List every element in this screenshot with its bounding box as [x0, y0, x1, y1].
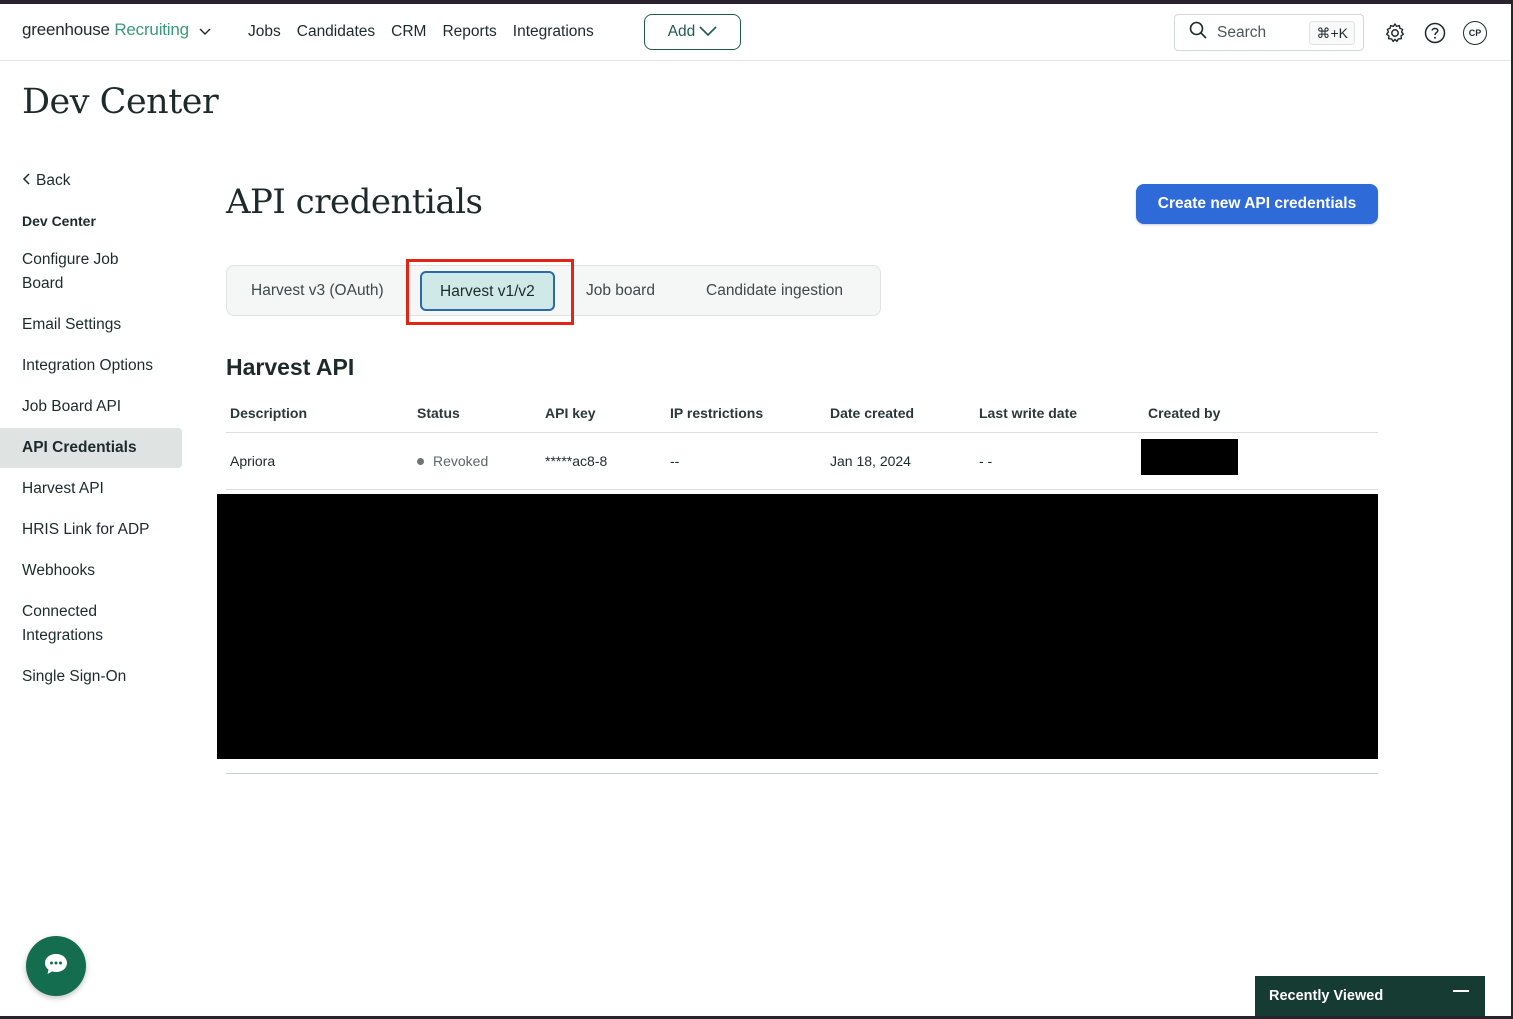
column-api-key[interactable]: API key	[545, 405, 596, 421]
column-created-by[interactable]: Created by	[1148, 405, 1220, 421]
sidebar-item-configure-job-board[interactable]: Configure Job Board	[0, 248, 140, 296]
chevron-left-icon	[22, 172, 30, 190]
cell-date-created: Jan 18, 2024	[830, 453, 911, 469]
gear-icon[interactable]	[1383, 21, 1407, 45]
recently-viewed-panel[interactable]: Recently Viewed	[1255, 976, 1485, 1016]
highlight-outline	[406, 259, 574, 325]
search-placeholder: Search	[1217, 23, 1267, 41]
table-header: Description Status API key IP restrictio…	[226, 405, 1378, 433]
harvest-api-title: Harvest API	[226, 354, 355, 380]
section-heading: API credentials	[226, 182, 483, 222]
chevron-down-icon	[699, 23, 717, 41]
column-ip-restrictions[interactable]: IP restrictions	[670, 405, 763, 421]
nav-link-reports[interactable]: Reports	[442, 23, 496, 41]
nav-links: Jobs Candidates CRM Reports Integrations	[248, 23, 594, 41]
chat-bubble-icon	[43, 952, 69, 981]
nav-link-candidates[interactable]: Candidates	[297, 23, 375, 41]
column-last-write-date[interactable]: Last write date	[979, 405, 1077, 421]
table-bottom-divider	[226, 773, 1378, 774]
sidebar-item-single-sign-on[interactable]: Single Sign-On	[0, 665, 182, 689]
column-status[interactable]: Status	[417, 405, 460, 421]
table-row[interactable]: Apriora Revoked *****ac8-8 -- Jan 18, 20…	[226, 433, 1378, 490]
add-button-label: Add	[667, 23, 696, 40]
cell-api-key: *****ac8-8	[545, 453, 608, 469]
help-icon[interactable]	[1423, 21, 1447, 45]
redacted-created-by	[1141, 439, 1238, 475]
chat-button[interactable]	[26, 936, 86, 996]
back-link[interactable]: Back	[22, 172, 70, 190]
cell-ip-restrictions: --	[670, 453, 680, 469]
chevron-down-icon	[199, 21, 211, 41]
user-avatar[interactable]: CP	[1463, 21, 1487, 45]
sidebar-item-harvest-api[interactable]: Harvest API	[0, 477, 182, 501]
sidebar-item-api-credentials[interactable]: API Credentials	[0, 428, 182, 468]
logo-brand: greenhouse	[22, 20, 110, 39]
redacted-block	[217, 494, 1378, 759]
search-shortcut: ⌘+K	[1309, 21, 1355, 45]
sidebar-item-email-settings[interactable]: Email Settings	[0, 313, 182, 337]
sidebar-item-connected-integrations[interactable]: Connected Integrations	[0, 600, 130, 648]
sidebar-item-job-board-api[interactable]: Job Board API	[0, 395, 182, 419]
sidebar-heading: Dev Center	[22, 213, 96, 229]
back-label: Back	[36, 172, 71, 189]
cell-description: Apriora	[230, 453, 276, 469]
tab-job-board[interactable]: Job board	[586, 282, 655, 300]
logo-product: Recruiting	[114, 20, 189, 39]
sidebar-item-hris-link-adp[interactable]: HRIS Link for ADP	[0, 518, 182, 542]
minimize-icon[interactable]	[1453, 990, 1469, 992]
add-button[interactable]: Add	[644, 14, 741, 50]
nav-link-integrations[interactable]: Integrations	[513, 23, 594, 41]
sidebar-item-webhooks[interactable]: Webhooks	[0, 559, 182, 583]
cell-last-write-date: - -	[979, 453, 993, 469]
create-api-credentials-button[interactable]: Create new API credentials	[1136, 184, 1378, 224]
top-nav: greenhouse Recruiting Jobs Candidates CR…	[0, 4, 1511, 61]
status-dot-icon	[417, 457, 424, 465]
column-description[interactable]: Description	[230, 405, 307, 421]
nav-link-jobs[interactable]: Jobs	[248, 23, 281, 41]
page-title: Dev Center	[22, 82, 219, 122]
status-text: Revoked	[433, 453, 489, 469]
search-icon	[1189, 21, 1207, 44]
sidebar-item-integration-options[interactable]: Integration Options	[0, 354, 182, 378]
app-logo[interactable]: greenhouse Recruiting	[22, 20, 211, 41]
nav-link-crm[interactable]: CRM	[391, 23, 426, 41]
column-date-created[interactable]: Date created	[830, 405, 914, 421]
tab-harvest-v3[interactable]: Harvest v3 (OAuth)	[251, 282, 384, 300]
global-search[interactable]: Search ⌘+K	[1174, 14, 1364, 51]
cell-status: Revoked	[417, 453, 488, 469]
recently-viewed-label: Recently Viewed	[1269, 988, 1384, 1004]
tab-candidate-ingestion[interactable]: Candidate ingestion	[706, 282, 843, 300]
